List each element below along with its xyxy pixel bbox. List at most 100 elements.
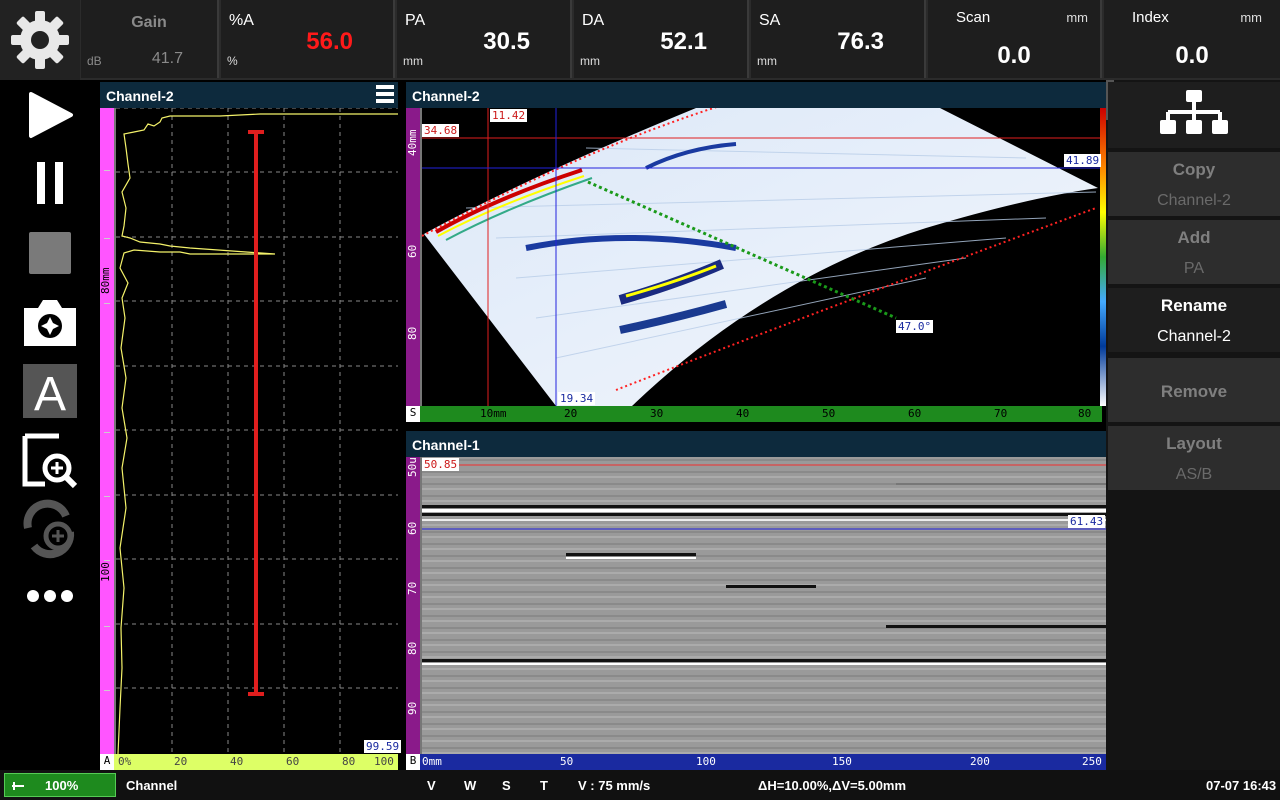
play-button[interactable]: [0, 90, 100, 140]
zoom-button[interactable]: [0, 432, 100, 490]
bscan-ruler-letter: B: [406, 754, 420, 770]
ascan-depth-label-1: 100: [100, 562, 112, 582]
pa-unit: mm: [403, 54, 423, 68]
ascan-x-tick-3: 60: [286, 755, 300, 768]
sscan-x-tick-1: 20: [564, 407, 578, 420]
ascan-depth-label-0: 80mm: [100, 267, 112, 294]
sa-label: SA: [759, 12, 781, 29]
ascan-x-tick-1: 20: [174, 755, 188, 768]
ascan-menu-button[interactable]: [374, 83, 396, 105]
bscan-depth-label-0: 50us: [406, 457, 419, 477]
bscan-depth-label-2: 70: [406, 582, 419, 595]
status-v: V: [427, 778, 436, 793]
sa-readout[interactable]: SA mm 76.3: [751, 0, 926, 78]
battery-indicator: 100%: [4, 773, 116, 797]
percent-a-value: 56.0: [306, 28, 353, 55]
ascan-ruler-letter: A: [100, 754, 114, 770]
sscan-depth-label-2: 80: [406, 327, 419, 340]
index-label: Index: [1132, 9, 1169, 26]
bscan-view[interactable]: 50us 60 70 80 90 50.85 61.43: [406, 451, 1106, 754]
channel-status[interactable]: Channel: [126, 778, 177, 793]
status-s: S: [502, 778, 511, 793]
scan-readout[interactable]: Scan mm 0.0: [928, 0, 1102, 78]
sscan-x-tick-3: 40: [736, 407, 750, 420]
rename-label: Rename: [1160, 296, 1228, 315]
bscan-x-tick-4: 200: [970, 755, 990, 768]
da-label: DA: [582, 12, 605, 29]
ascan-title-bar: Channel-2: [100, 82, 398, 108]
layout-tree-button[interactable]: [1108, 82, 1280, 148]
screenshot-button[interactable]: [0, 294, 100, 350]
copy-label: Copy: [1172, 160, 1216, 179]
status-t: T: [540, 778, 548, 793]
percent-a-readout[interactable]: %A % 56.0: [221, 0, 395, 78]
sa-unit: mm: [757, 54, 777, 68]
ascan-x-tick-2: 40: [230, 755, 244, 768]
gain-readout[interactable]: Gain dB 41.7: [81, 0, 219, 78]
index-readout[interactable]: Index mm 0.0: [1104, 0, 1280, 78]
scan-value: 0.0: [997, 42, 1031, 69]
velocity-status: V : 75 mm/s: [578, 778, 651, 793]
gear-icon: [11, 11, 69, 69]
layout-label: Layout: [1166, 434, 1222, 453]
ascan-view[interactable]: 80mm 100 99.59: [99, 107, 402, 755]
rename-sub-label: Channel-2: [1157, 328, 1231, 345]
copy-button[interactable]: Copy Channel-2: [1108, 152, 1280, 216]
gain-label: Gain: [131, 14, 167, 31]
bscan-depth-label-1: 60: [406, 522, 419, 535]
pause-icon: [37, 162, 63, 204]
pause-button[interactable]: [0, 160, 100, 208]
percent-a-label: %A: [229, 12, 254, 29]
ascan-plot: 80mm 100: [99, 107, 398, 755]
rotate-zoom-icon: [23, 499, 75, 559]
sscan-meas-h-value: 41.89: [1064, 154, 1102, 167]
ascan-cursor-value: 99.59: [364, 740, 402, 753]
bscan-depth-label-3: 80: [406, 642, 419, 655]
da-readout[interactable]: DA mm 52.1: [574, 0, 749, 78]
layout-button[interactable]: Layout AS/B: [1108, 426, 1280, 490]
sscan-view[interactable]: 40mm 60 80 34.68 11.42 41.89 19.34 47.0°: [406, 103, 1106, 406]
right-menu: Copy Channel-2 Add PA Rename Channel-2 R…: [1106, 80, 1280, 770]
sscan-plot: 40mm 60 80: [406, 103, 1106, 406]
add-sub-label: PA: [1183, 260, 1205, 277]
annotation-button[interactable]: A: [0, 362, 100, 420]
add-label: Add: [1177, 228, 1211, 247]
da-value: 52.1: [660, 28, 707, 55]
play-icon: [29, 92, 73, 138]
pa-label: PA: [405, 12, 426, 29]
stop-button[interactable]: [0, 228, 100, 278]
sscan-x-tick-4: 50: [822, 407, 836, 420]
svg-text:A: A: [34, 368, 66, 420]
delta-status: ΔH=10.00%,ΔV=5.00mm: [758, 778, 907, 793]
sscan-ref-h-value: 34.68: [422, 124, 460, 137]
bscan-ref-h-value: 50.85: [422, 458, 460, 471]
zoom-icon: [22, 433, 78, 489]
ascan-x-ruler: A 0% 20 40 60 80 100: [100, 754, 398, 770]
ascan-x-tick-5: 100: [374, 755, 394, 768]
settings-button[interactable]: [0, 0, 80, 80]
bscan-plot: 50us 60 70 80 90: [406, 451, 1106, 754]
left-toolbar: A: [0, 80, 100, 770]
da-unit: mm: [580, 54, 600, 68]
copy-sub-label: Channel-2: [1157, 192, 1231, 209]
index-unit: mm: [1240, 10, 1262, 25]
pa-readout[interactable]: PA mm 30.5: [397, 0, 572, 78]
pa-value: 30.5: [483, 28, 530, 55]
sscan-x-tick-0: 10mm: [480, 407, 507, 420]
gain-value: 41.7: [151, 50, 183, 67]
battery-level: 100%: [45, 778, 79, 793]
more-button[interactable]: [0, 588, 100, 604]
ascan-title: Channel-2: [106, 88, 174, 104]
rename-button[interactable]: Rename Channel-2: [1108, 288, 1280, 352]
bscan-title-bar: Channel-1: [406, 431, 1106, 457]
hamburger-menu-icon: [376, 85, 394, 103]
bscan-x-ruler: B 0mm 50 100 150 200 250: [406, 754, 1106, 770]
sscan-meas-v-value: 19.34: [558, 392, 596, 405]
sscan-x-tick-5: 60: [908, 407, 922, 420]
bscan-meas-h-value: 61.43: [1068, 515, 1106, 528]
scan-unit: mm: [1066, 10, 1088, 25]
layout-sub-label: AS/B: [1175, 466, 1213, 483]
rotate-zoom-button[interactable]: [0, 498, 100, 560]
add-button[interactable]: Add PA: [1108, 220, 1280, 284]
remove-button[interactable]: Remove: [1108, 358, 1280, 422]
